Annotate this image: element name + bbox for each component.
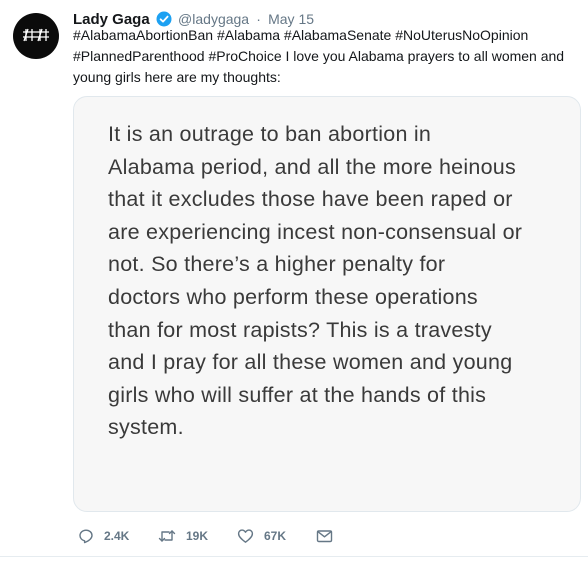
- tweet: Lady Gaga @ladygaga · May 15 #AlabamaAbo…: [0, 0, 588, 562]
- tweet-divider: [0, 556, 588, 557]
- reply-icon: [79, 529, 93, 544]
- retweet-count: 19K: [186, 529, 209, 543]
- avatar[interactable]: [13, 13, 59, 59]
- reply-button[interactable]: 2.4K: [78, 526, 129, 546]
- note-line: system.: [108, 415, 184, 440]
- note-line: not. So there’s a higher penalty for: [108, 252, 446, 277]
- retweet-button[interactable]: 19K: [158, 526, 208, 546]
- note-line: are experiencing incest non-consensual o…: [108, 219, 523, 244]
- note-line: Alabama period, and all the more heinous: [108, 154, 517, 179]
- notes-screenshot-text: It is an outrage to ban abortion in Alab…: [108, 118, 578, 444]
- retweet-icon: [158, 530, 176, 542]
- note-line: and I pray for all these women and young: [108, 350, 513, 375]
- note-line: than for most rapists? This is a travest…: [108, 317, 492, 342]
- like-button[interactable]: 67K: [237, 526, 286, 546]
- note-line: that it excludes those have been raped o…: [108, 187, 513, 212]
- like-icon: [237, 529, 254, 543]
- tweet-media-image[interactable]: It is an outrage to ban abortion in Alab…: [73, 96, 581, 512]
- direct-message-button[interactable]: [316, 526, 343, 546]
- direct-message-icon: [316, 530, 333, 543]
- note-line: It is an outrage to ban abortion in: [108, 122, 432, 146]
- like-count: 67K: [264, 529, 287, 543]
- note-line: doctors who perform these operations: [108, 284, 478, 309]
- avatar-logo-icon: [23, 28, 49, 42]
- tweet-text: #AlabamaAbortionBan #Alabama #AlabamaSen…: [73, 27, 565, 85]
- note-line: girls who will suffer at the hands of th…: [108, 382, 487, 407]
- reply-count: 2.4K: [104, 529, 130, 543]
